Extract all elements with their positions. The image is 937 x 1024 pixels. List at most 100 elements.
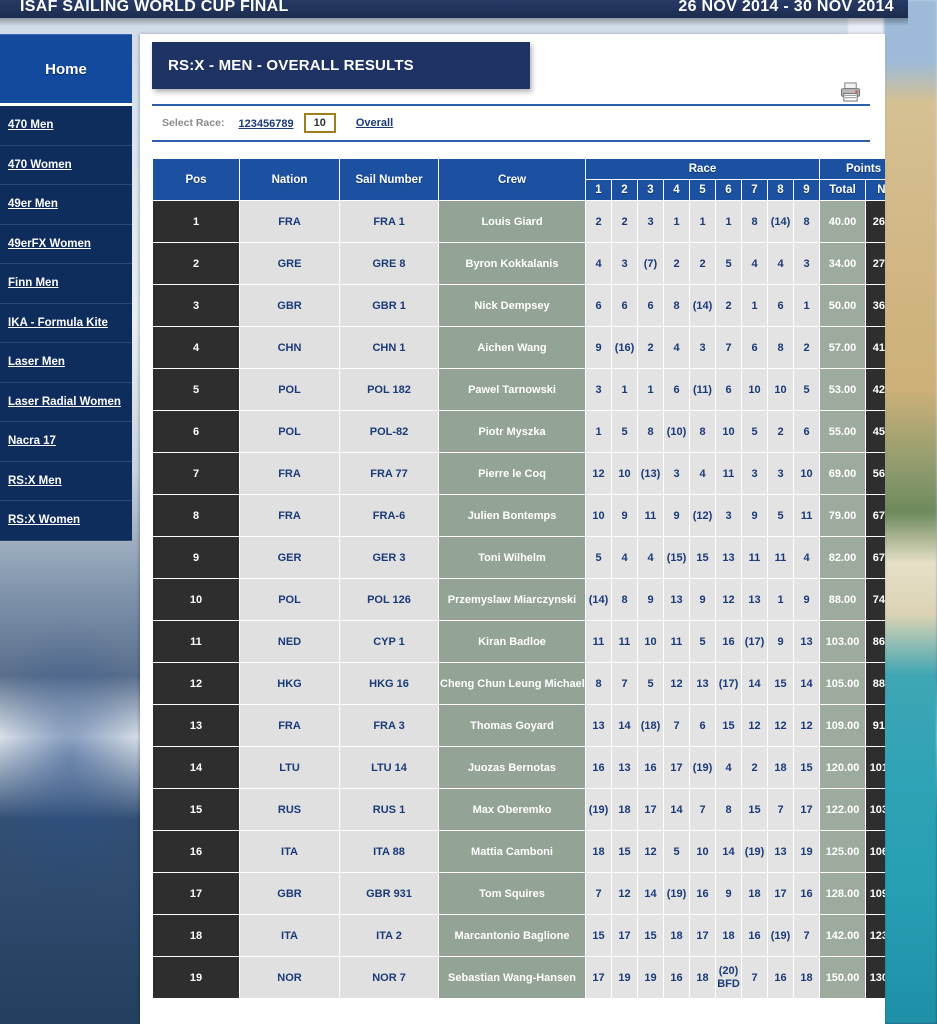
cell-nation: POL: [240, 411, 339, 452]
cell-race-2: 7: [612, 663, 637, 704]
cell-race-4: 1: [664, 201, 689, 242]
table-row: 1FRAFRA 1Louis Giard2231118(14)840.0026.…: [153, 201, 885, 242]
sidebar-item-finn-men[interactable]: Finn Men: [0, 264, 132, 304]
col-header-race-2[interactable]: 2: [612, 180, 637, 200]
cell-race-5: 17: [690, 915, 715, 956]
cell-race-7: 15: [742, 789, 767, 830]
cell-nation: FRA: [240, 705, 339, 746]
cell-race-6: 6: [716, 369, 741, 410]
cell-race-7: 3: [742, 453, 767, 494]
page-title: RS:X - MEN - OVERALL RESULTS: [152, 42, 530, 89]
cell-crew: Marcantonio Baglione: [439, 915, 585, 956]
cell-race-8: 16: [768, 957, 793, 998]
cell-nation: NOR: [240, 957, 339, 998]
cell-race-6: 11: [716, 453, 741, 494]
cell-net: 42.00: [866, 369, 885, 410]
col-header-crew[interactable]: Crew: [439, 159, 585, 200]
cell-race-3: 5: [638, 663, 663, 704]
race-score-part: (20): [718, 964, 739, 977]
col-header-sail[interactable]: Sail Number: [340, 159, 438, 200]
cell-total: 50.00: [820, 285, 866, 326]
cell-sail-number: LTU 14: [340, 747, 438, 788]
cell-race-8: 12: [768, 705, 793, 746]
cell-race-5: 16: [690, 873, 715, 914]
cell-total: 125.00: [820, 831, 866, 872]
printer-icon[interactable]: [840, 82, 861, 102]
cell-race-6: (17): [716, 663, 741, 704]
cell-nation: GBR: [240, 873, 339, 914]
cell-race-1: 6: [586, 285, 611, 326]
sidebar-item-nacra-17[interactable]: Nacra 17: [0, 422, 132, 462]
sidebar-item-label: 49er Men: [8, 198, 58, 211]
cell-race-3: 2: [638, 327, 663, 368]
col-header-nation[interactable]: Nation: [240, 159, 339, 200]
sidebar-item-rs-x-men[interactable]: RS:X Men: [0, 461, 132, 501]
cell-race-7: 18: [742, 873, 767, 914]
cell-race-6: 1: [716, 201, 741, 242]
cell-race-2: 4: [612, 537, 637, 578]
header-shadow: [0, 18, 908, 26]
cell-race-1: (19): [586, 789, 611, 830]
cell-race-7: 6: [742, 327, 767, 368]
race-selector: Select Race: 123456789 10 Overall: [152, 104, 870, 142]
sidebar-item-rs-x-women[interactable]: RS:X Women: [0, 501, 132, 541]
race-selected-10[interactable]: 10: [303, 113, 336, 133]
cell-total: 57.00: [820, 327, 866, 368]
race-link-overall[interactable]: Overall: [356, 117, 393, 129]
cell-net: 56.00: [866, 453, 885, 494]
cell-race-6: 8: [716, 789, 741, 830]
cell-race-2: (16): [612, 327, 637, 368]
col-header-race-8[interactable]: 8: [768, 180, 793, 200]
cell-race-1: 4: [586, 243, 611, 284]
col-header-net[interactable]: Net: [866, 180, 885, 200]
cell-race-6: 3: [716, 495, 741, 536]
col-group-race: Race: [586, 159, 820, 179]
cell-race-3: 3: [638, 201, 663, 242]
col-header-race-1[interactable]: 1: [586, 180, 611, 200]
cell-race-5: 3: [690, 327, 715, 368]
cell-race-8: 11: [768, 537, 793, 578]
sidebar-item-laser-men[interactable]: Laser Men: [0, 343, 132, 383]
sidebar-item-label: 470 Women: [8, 158, 72, 171]
cell-net: 86.00: [866, 621, 885, 662]
cell-pos: 15: [153, 789, 239, 830]
table-row: 3 GBR GBR 1 Nick Dempsey 6 6 6 8 (14) 2 1 6 1 50.00 36…: [153, 285, 885, 326]
sidebar-item-49erfx-women[interactable]: 49erFX Women: [0, 224, 132, 264]
cell-race-8: 5: [768, 495, 793, 536]
col-header-race-4[interactable]: 4: [664, 180, 689, 200]
sidebar-item-470-women[interactable]: 470 Women: [0, 145, 132, 185]
sidebar-item-ika-formula-kite[interactable]: IKA - Formula Kite: [0, 303, 132, 343]
cell-race-3: 17: [638, 789, 663, 830]
col-header-race-9[interactable]: 9: [794, 180, 820, 200]
col-header-pos[interactable]: Pos: [153, 159, 239, 200]
cell-race-9: 4: [794, 537, 820, 578]
cell-nation: GRE: [240, 243, 339, 284]
col-header-race-5[interactable]: 5: [690, 180, 715, 200]
cell-sail-number: CHN 1: [340, 327, 438, 368]
cell-sail-number: GER 3: [340, 537, 438, 578]
col-header-race-6[interactable]: 6: [716, 180, 741, 200]
cell-race-2: 1: [612, 369, 637, 410]
cell-race-2: 17: [612, 915, 637, 956]
cell-race-5: 7: [690, 789, 715, 830]
cell-race-4: 3: [664, 453, 689, 494]
cell-sail-number: FRA 3: [340, 705, 438, 746]
table-row: 10 POL POL 126 Przemyslaw Miarczynski (14) 8 9…: [153, 579, 885, 620]
sidebar-item-470-men[interactable]: 470 Men: [0, 106, 132, 146]
col-header-race-7[interactable]: 7: [742, 180, 767, 200]
sidebar-item-49er-men[interactable]: 49er Men: [0, 185, 132, 225]
sidebar-item-laser-radial-women[interactable]: Laser Radial Women: [0, 382, 132, 422]
race-link-9[interactable]: 9: [287, 118, 293, 130]
cell-crew: Kiran Badloe: [439, 621, 585, 662]
cell-pos: 14: [153, 747, 239, 788]
cell-sail-number: POL 126: [340, 579, 438, 620]
col-header-total[interactable]: Total: [820, 180, 866, 200]
cell-net: 36.00: [866, 285, 885, 326]
sidebar-item-home[interactable]: Home: [0, 34, 132, 106]
cell-race-1: 8: [586, 663, 611, 704]
cell-crew: Piotr Myszka: [439, 411, 585, 452]
col-header-race-3[interactable]: 3: [638, 180, 663, 200]
cell-race-8: (14): [768, 201, 793, 242]
cell-race-4: 14: [664, 789, 689, 830]
cell-net: 123.00: [866, 915, 885, 956]
